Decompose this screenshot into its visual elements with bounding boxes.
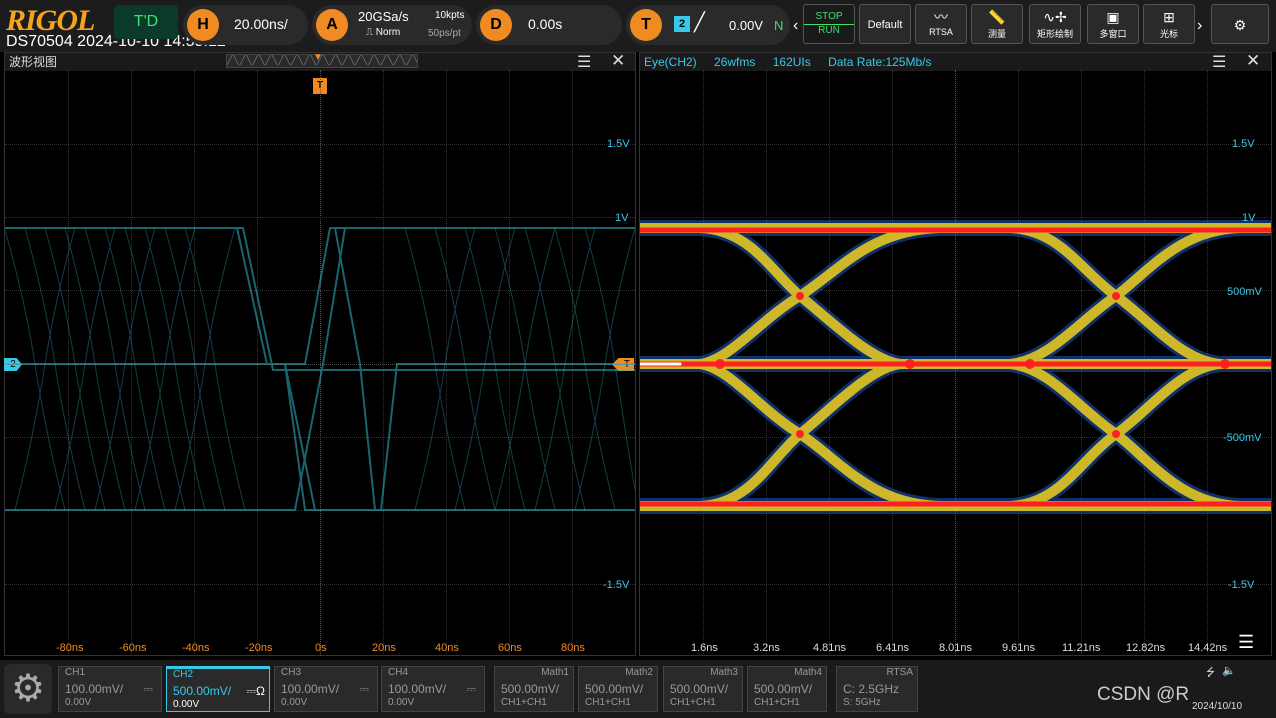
- eye-pattern: [640, 220, 1271, 514]
- expand-menu-icon[interactable]: ☰: [1238, 632, 1254, 653]
- pulse-icon: ⎍: [366, 27, 376, 38]
- x-label: 6.41ns: [876, 642, 910, 654]
- ruler-icon: 📏: [988, 9, 1006, 25]
- chevron-left-icon[interactable]: ‹: [793, 8, 801, 44]
- waveform-canvas[interactable]: 1.5V 1V -1.5V -80ns -60ns -40ns -20ns 0s…: [5, 70, 635, 656]
- ch2-waveform: [5, 227, 635, 511]
- x-label: -40ns: [182, 642, 210, 654]
- trigger-position-icon[interactable]: ▼: [313, 52, 323, 63]
- y-label: 500mV: [1227, 286, 1262, 298]
- x-label: -80ns: [56, 642, 84, 654]
- ch3-box[interactable]: CH3 100.00mV/ ⎓ 0.00V: [274, 666, 378, 712]
- cursor-icon: ⊞: [1163, 9, 1175, 25]
- trigger-icon: T: [630, 9, 662, 41]
- speaker-icon[interactable]: 🔈: [1222, 664, 1236, 677]
- x-label: 0s: [315, 642, 327, 654]
- x-label: 80ns: [561, 642, 585, 654]
- x-label: -20ns: [245, 642, 273, 654]
- x-label: 20ns: [372, 642, 396, 654]
- x-label: 4.81ns: [813, 642, 847, 654]
- rtsa-box[interactable]: RTSA C: 2.5GHz S: 5GHz: [836, 666, 918, 712]
- x-label: 11.21ns: [1062, 642, 1101, 654]
- x-label: 40ns: [435, 642, 459, 654]
- date: 2024/10/10: [1192, 701, 1243, 712]
- x-label: -60ns: [119, 642, 147, 654]
- trigger-flag: N: [774, 18, 784, 33]
- coupling-impedance-icon: ⎓Ω: [246, 684, 265, 698]
- x-label: 14.42ns: [1188, 642, 1228, 654]
- ch4-box[interactable]: CH4 100.00mV/ ⎓ 0.00V: [381, 666, 485, 712]
- ch1-box[interactable]: CH1 100.00mV/ ⎓ 0.00V: [58, 666, 162, 712]
- math2-box[interactable]: Math2 500.00mV/ CH1+CH1: [578, 666, 658, 712]
- trigger-level: 0.00V: [729, 18, 763, 33]
- y-label: 1V: [615, 212, 629, 224]
- points-resolution: 50ps/pt: [428, 28, 461, 39]
- acquire-icon: A: [316, 9, 348, 41]
- data-rate: Data Rate:125Mb/s: [828, 55, 932, 69]
- y-label: -1.5V: [603, 579, 630, 591]
- x-label: 3.2ns: [753, 642, 780, 654]
- dc-coupling-icon: ⎓: [466, 682, 476, 696]
- math1-box[interactable]: Math1 500.00mV/ CH1+CH1: [494, 666, 574, 712]
- x-label: 1.6ns: [691, 642, 718, 654]
- memory-depth: 10kpts: [435, 10, 465, 21]
- rtsa-button[interactable]: 〰 RTSA: [915, 4, 967, 44]
- measure-button[interactable]: 📏 测量: [971, 4, 1023, 44]
- menu-icon[interactable]: ☰: [1212, 52, 1226, 72]
- dc-coupling-icon: ⎓: [143, 682, 153, 696]
- stop-run-button[interactable]: STOP RUN: [803, 4, 855, 44]
- math3-box[interactable]: Math3 500.00mV/ CH1+CH1: [663, 666, 743, 712]
- horizontal-scale: 20.00ns/: [234, 16, 288, 32]
- multiwindow-button[interactable]: ▣ 多窗口: [1087, 4, 1139, 44]
- chevron-right-icon[interactable]: ›: [1197, 8, 1202, 44]
- default-button[interactable]: Default: [859, 4, 911, 44]
- rising-edge-icon: ╱: [694, 12, 705, 32]
- trigger-status[interactable]: T'D: [114, 5, 178, 39]
- watermark: CSDN @R: [1097, 684, 1190, 705]
- spectrum-icon: 〰: [934, 9, 948, 25]
- ch2-box[interactable]: CH2 500.00mV/ ⎓Ω 0.00V: [166, 666, 270, 712]
- y-label: -1.5V: [1228, 579, 1255, 591]
- waveform-count: 26wfms: [714, 55, 756, 69]
- delay-icon: D: [480, 9, 512, 41]
- y-label: 1V: [1242, 212, 1256, 224]
- usb-icon: ⭍: [1206, 667, 1216, 679]
- ui-count: 162UIs: [772, 55, 811, 69]
- y-label: 1.5V: [1232, 138, 1255, 150]
- mask-button[interactable]: ∿✢ 矩形绘制: [1029, 4, 1081, 44]
- y-label: -500mV: [1223, 432, 1262, 444]
- sample-rate: 20GSa/s: [358, 9, 409, 24]
- window-icon: ▣: [1106, 9, 1120, 25]
- menu-icon[interactable]: ☰: [577, 52, 591, 72]
- gear-icon: ⚙: [1233, 17, 1247, 33]
- x-label: 9.61ns: [1002, 642, 1036, 654]
- x-label: 12.82ns: [1126, 642, 1166, 654]
- trigger-source: 2: [674, 16, 690, 32]
- eye-panel-header: Eye(CH2) 26wfms 162UIs Data Rate:125Mb/s: [640, 53, 1271, 71]
- eye-canvas[interactable]: 1.5V 1V 500mV -500mV -1.5V 1.6ns 3.2ns 4…: [640, 70, 1271, 656]
- settings-button[interactable]: ⚙: [1211, 4, 1269, 44]
- dc-coupling-icon: ⎓: [359, 682, 369, 696]
- home-gear-icon[interactable]: ⚙: [4, 664, 52, 714]
- close-icon[interactable]: ✕: [1246, 51, 1260, 71]
- waveform-icon: ∿✢: [1043, 9, 1067, 25]
- close-icon[interactable]: ✕: [611, 51, 625, 71]
- delay-value: 0.00s: [528, 16, 563, 32]
- horizontal-icon: H: [187, 9, 219, 41]
- cursor-button[interactable]: ⊞ 光标: [1143, 4, 1195, 44]
- math4-box[interactable]: Math4 500.00mV/ CH1+CH1: [747, 666, 827, 712]
- eye-source: Eye(CH2): [644, 55, 697, 69]
- x-label: 60ns: [498, 642, 522, 654]
- x-label: 8.01ns: [939, 642, 973, 654]
- acquire-mode: ⎍ Norm: [366, 27, 401, 38]
- y-label: 1.5V: [607, 138, 630, 150]
